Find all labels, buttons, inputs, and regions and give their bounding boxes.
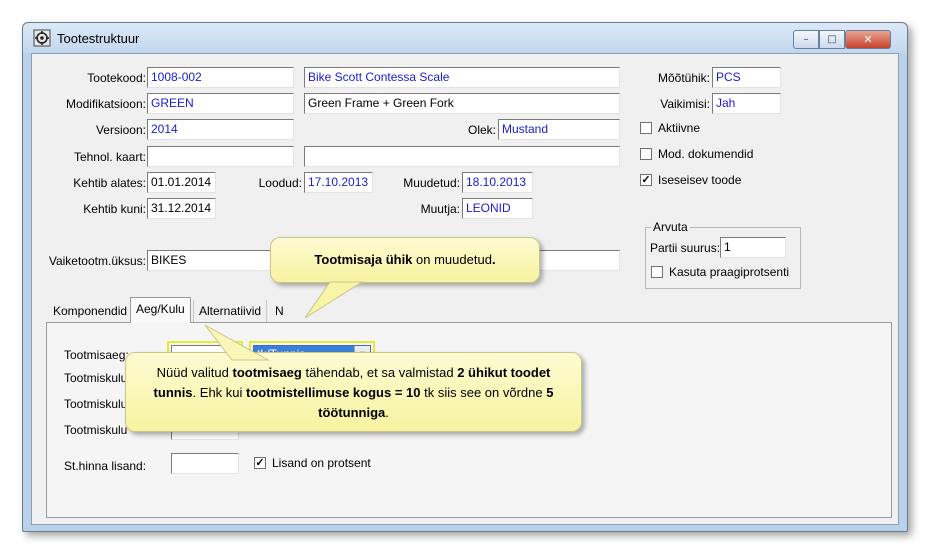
tehnol-kaart-field[interactable]: [147, 146, 294, 167]
callout-bottom-t5: .: [385, 405, 389, 420]
loodud-field: 17.10.2013: [304, 172, 373, 193]
st-hinna-lisand-label: St.hinna lisand:: [64, 459, 147, 473]
kasuta-praagiprotsenti-checkbox[interactable]: [651, 266, 663, 278]
lisand-protsent-checkbox[interactable]: ✓: [254, 457, 266, 469]
tootmiskulu2-label: Tootmiskulu: [64, 397, 128, 411]
st-hinna-lisand-field[interactable]: [171, 453, 239, 474]
vaikimisi-label: Vaikimisi:: [660, 97, 710, 111]
modifikatsioon-label: Modifikatsioon:: [65, 97, 146, 111]
mootuhik-label: Mõõtühik:: [657, 71, 710, 85]
modifikatsioon-field[interactable]: GREEN: [147, 93, 294, 114]
callout-top-period: .: [491, 252, 496, 267]
iseseisev-toode-checkbox[interactable]: ✓: [640, 174, 652, 186]
olek-label: Olek:: [467, 123, 496, 137]
callout-bottom-b1: tootmisaeg: [232, 365, 302, 380]
tootekood-field[interactable]: 1008-002: [147, 67, 294, 88]
tootmisaeg-label: Tootmisaeg:: [64, 348, 129, 362]
mod-dokumendid-checkbox[interactable]: [640, 148, 652, 160]
arvuta-legend: Arvuta: [651, 220, 690, 234]
mod-dokumendid-label: Mod. dokumendid: [658, 147, 754, 161]
callout-bottom-t3: . Ehk kui: [192, 385, 247, 400]
callout-explanation: Nüüd valitud tootmisaeg tähendab, et sa …: [125, 352, 582, 432]
loodud-label: Loodud:: [258, 176, 302, 190]
tehnol-kaart-label: Tehnol. kaart:: [73, 150, 146, 164]
versioon-field[interactable]: 2014: [147, 119, 294, 140]
muutja-label: Muutja:: [420, 202, 460, 216]
tootekood-name-field[interactable]: Bike Scott Contessa Scale: [304, 67, 620, 88]
vaiketootm-label: Vaiketootm.üksus:: [48, 254, 146, 268]
callout-bottom-t1: Nüüd valitud: [156, 365, 233, 380]
tab-komponendid[interactable]: Komponendid: [48, 300, 132, 322]
muudetud-label: Muudetud:: [403, 176, 460, 190]
callout-unit-changed: Tootmisaja ühik on muudetud.: [270, 237, 540, 283]
vaikimisi-field[interactable]: Jah: [712, 93, 781, 114]
tab-alternatiivid[interactable]: Alternatiivid: [193, 300, 268, 322]
title-bar[interactable]: Tootestruktuur – □ ✕: [23, 23, 907, 53]
callout-bottom-t4: tk siis see on võrdne: [420, 385, 547, 400]
muutja-field: LEONID: [462, 198, 533, 219]
callout-bottom-t2: tähendab, et sa valmistad: [301, 365, 458, 380]
minimize-button[interactable]: –: [793, 30, 819, 49]
tootmiskulu3-label: Tootmiskulu: [64, 423, 128, 437]
kasuta-praagiprotsenti-label: Kasuta praagiprotsenti: [669, 265, 790, 279]
tab-n[interactable]: N: [270, 300, 289, 322]
window-title: Tootestruktuur: [57, 31, 140, 46]
iseseisev-toode-label: Iseseisev toode: [658, 173, 742, 187]
callout-top-bold: Tootmisaja ühik: [314, 252, 413, 267]
kehtib-alates-field[interactable]: 01.01.2014: [147, 172, 216, 193]
lisand-protsent-label: Lisand on protsent: [272, 456, 371, 470]
aktiivne-label: Aktiivne: [658, 121, 701, 135]
versioon-label: Versioon:: [95, 123, 146, 137]
tootekood-label: Tootekood:: [87, 71, 146, 85]
close-button[interactable]: ✕: [845, 30, 891, 49]
olek-field[interactable]: Mustand: [498, 119, 620, 140]
modifikatsioon-name-field[interactable]: Green Frame + Green Fork: [304, 93, 620, 114]
maximize-button[interactable]: □: [819, 30, 845, 49]
kehtib-alates-label: Kehtib alates:: [73, 176, 146, 190]
callout-top-text: on muudetud: [412, 252, 492, 267]
muudetud-field: 18.10.2013: [462, 172, 533, 193]
partii-suurus-field[interactable]: 1: [720, 237, 786, 258]
mootuhik-field[interactable]: PCS: [712, 67, 781, 88]
tehnol-kaart-desc-field[interactable]: [304, 146, 620, 167]
partii-suurus-label: Partii suurus:: [650, 241, 721, 255]
aktiivne-checkbox[interactable]: [640, 122, 652, 134]
callout-bottom-b3: tootmistellimuse kogus = 10: [246, 385, 421, 400]
kehtib-kuni-label: Kehtib kuni:: [83, 202, 146, 216]
tab-aeg-kulu[interactable]: Aeg/Kulu: [130, 297, 191, 323]
structure-icon: [33, 29, 51, 47]
form-body: Tootekood: 1008-002 Bike Scott Contessa …: [31, 53, 899, 525]
kehtib-kuni-field[interactable]: 31.12.2014: [147, 198, 216, 219]
